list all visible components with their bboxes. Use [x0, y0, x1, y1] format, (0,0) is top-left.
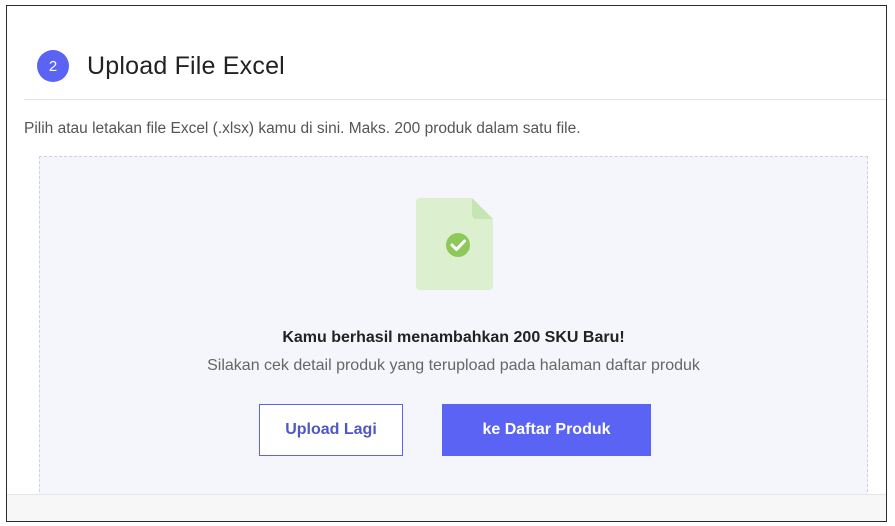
upload-again-button[interactable]: Upload Lagi [259, 404, 403, 456]
upload-description: Pilih atau letakan file Excel (.xlsx) ka… [24, 120, 581, 137]
go-to-product-list-button[interactable]: ke Daftar Produk [442, 404, 651, 456]
step-number-badge: 2 [37, 50, 69, 82]
header-divider [24, 99, 886, 100]
success-subtitle: Silakan cek detail produk yang terupload… [207, 357, 700, 374]
step-header: 2 Upload File Excel [37, 50, 285, 82]
step-title: Upload File Excel [87, 51, 285, 80]
file-dropzone[interactable]: Kamu berhasil menambahkan 200 SKU Baru! … [39, 156, 868, 497]
success-title: Kamu berhasil menambahkan 200 SKU Baru! [282, 329, 625, 346]
upload-card: 2 Upload File Excel Pilih atau letakan f… [6, 5, 887, 522]
file-check-icon [416, 198, 493, 290]
card-footer-strip [7, 494, 886, 521]
